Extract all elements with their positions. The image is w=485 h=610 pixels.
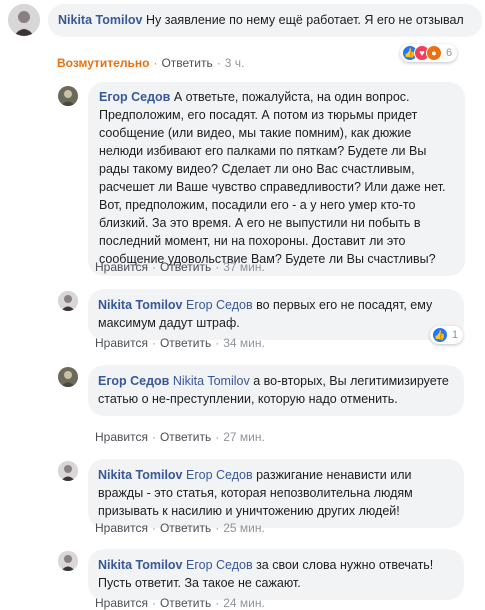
reply-link[interactable]: Ответить (160, 596, 211, 610)
comment-author[interactable]: Егор Седов (99, 90, 170, 104)
like-link[interactable]: Нравится (95, 596, 148, 610)
comment-1: Nikita Tomilov Ну заявление по нему ещё … (8, 4, 482, 37)
comment-author[interactable]: Nikita Tomilov (58, 13, 143, 27)
comment-actions: Нравится · Ответить · 34 мин. (95, 336, 265, 350)
reply-link[interactable]: Ответить (160, 521, 211, 535)
reply-link[interactable]: Ответить (160, 336, 211, 350)
comment-bubble: Егор Седов А ответьте, пожалуйста, на од… (88, 82, 465, 276)
like-link[interactable]: Нравится (95, 336, 148, 350)
reply-5: Nikita Tomilov Егор Седов за свои слова … (58, 549, 464, 600)
like-icon: 👍 (432, 327, 448, 343)
comment-author[interactable]: Nikita Tomilov (98, 468, 183, 482)
comment-bubble: Nikita Tomilov Егор Седов во первых его … (88, 289, 464, 340)
avatar-nikita[interactable] (8, 4, 40, 36)
comment-actions: Нравится · Ответить · 25 мин. (95, 521, 265, 535)
timestamp[interactable]: 3 ч. (225, 56, 245, 70)
reaction-count: 1 (452, 329, 459, 341)
comment-bubble: Егор Седов Nikita Tomilov а во-вторых, В… (88, 365, 464, 416)
angry-icon: ● (426, 45, 442, 61)
reply-link[interactable]: Ответить (161, 56, 212, 70)
timestamp[interactable]: 34 мин. (223, 336, 265, 350)
avatar-egor[interactable] (58, 86, 78, 106)
reply-link[interactable]: Ответить (160, 260, 211, 274)
mention-tag[interactable]: Егор Седов (186, 468, 253, 482)
timestamp[interactable]: 27 мин. (223, 430, 265, 444)
reaction-count: 6 (446, 47, 453, 59)
avatar-egor[interactable] (58, 367, 78, 387)
reply-link[interactable]: Ответить (160, 430, 211, 444)
reactions-summary[interactable]: 👍 ♥ ● 6 (400, 44, 458, 62)
like-link[interactable]: Нравится (95, 430, 148, 444)
avatar-nikita[interactable] (58, 551, 78, 571)
comment-text: Ну заявление по нему ещё работает. Я его… (146, 13, 464, 27)
comment-actions: Нравится · Ответить · 37 мин. (95, 260, 265, 274)
mention-tag[interactable]: Егор Седов (186, 298, 253, 312)
reactions-summary[interactable]: 👍 1 (430, 326, 464, 344)
timestamp[interactable]: 24 мин. (223, 596, 265, 610)
comment-actions: Возмутительно · Ответить · 3 ч. (57, 56, 245, 70)
comment-author[interactable]: Nikita Tomilov (98, 298, 183, 312)
timestamp[interactable]: 37 мин. (223, 260, 265, 274)
comment-actions: Нравится · Ответить · 27 мин. (95, 430, 265, 444)
comment-author[interactable]: Егор Седов (98, 374, 169, 388)
comment-text: А ответьте, пожалуйста, на один вопрос. … (99, 90, 446, 266)
comment-bubble: Nikita Tomilov Егор Седов разжигание нен… (88, 459, 464, 528)
reply-2: Nikita Tomilov Егор Седов во первых его … (58, 289, 464, 340)
like-link[interactable]: Нравится (95, 260, 148, 274)
comment-bubble: Nikita Tomilov Егор Седов за свои слова … (88, 549, 464, 600)
avatar-nikita[interactable] (58, 461, 78, 481)
like-link[interactable]: Нравится (95, 521, 148, 535)
timestamp[interactable]: 25 мин. (223, 521, 265, 535)
angry-reaction-link[interactable]: Возмутительно (57, 56, 149, 70)
comment-author[interactable]: Nikita Tomilov (98, 558, 183, 572)
mention-tag[interactable]: Nikita Tomilov (173, 374, 250, 388)
mention-tag[interactable]: Егор Седов (186, 558, 253, 572)
reply-1: Егор Седов А ответьте, пожалуйста, на од… (58, 82, 465, 276)
reply-4: Nikita Tomilov Егор Седов разжигание нен… (58, 459, 464, 528)
comment-bubble: Nikita Tomilov Ну заявление по нему ещё … (48, 4, 482, 37)
comment-actions: Нравится · Ответить · 24 мин. (95, 596, 265, 610)
reply-3: Егор Седов Nikita Tomilov а во-вторых, В… (58, 365, 464, 416)
avatar-nikita[interactable] (58, 291, 78, 311)
